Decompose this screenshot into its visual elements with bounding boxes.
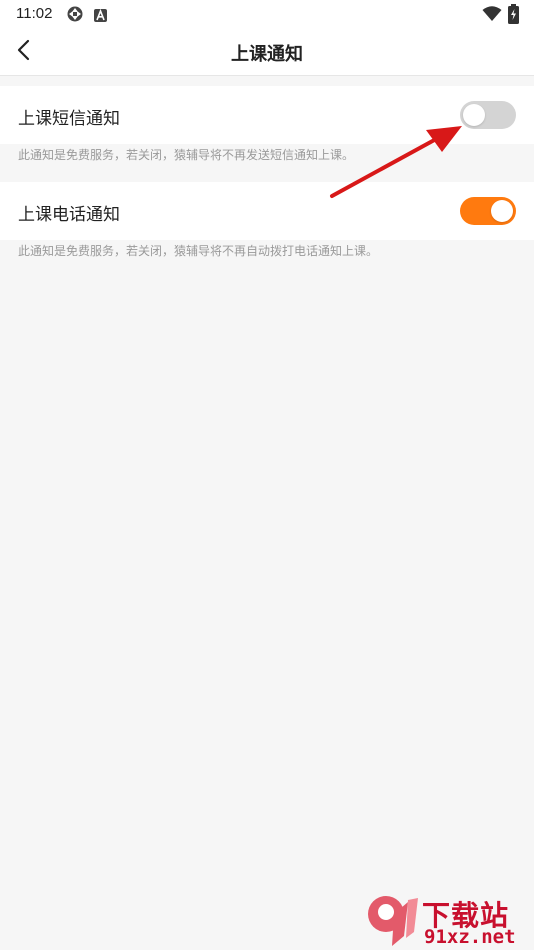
a-letter-icon: [94, 7, 107, 26]
annotation-arrow: [330, 126, 462, 198]
sms-notice-label: 上课短信通知: [18, 109, 120, 129]
watermark-url: 91xz.net: [424, 926, 516, 948]
wifi-icon: [482, 6, 502, 26]
status-bar: 11:02: [0, 0, 534, 28]
app-header: 上课通知: [0, 28, 534, 76]
sms-notice-description: 此通知是免费服务，若关闭，猿辅导将不再发送短信通知上课。: [18, 148, 355, 162]
battery-icon: [508, 4, 519, 28]
status-time: 11:02: [16, 5, 53, 22]
toggle-knob: [491, 200, 513, 222]
watermark-logo-icon: [368, 896, 418, 946]
sync-icon: [66, 5, 84, 27]
watermark: 下载站 91xz.net: [364, 892, 534, 950]
call-notice-label: 上课电话通知: [18, 205, 120, 225]
call-notice-description: 此通知是免费服务，若关闭，猿辅导将不再自动拨打电话通知上课。: [18, 244, 379, 258]
page-title: 上课通知: [231, 44, 303, 65]
